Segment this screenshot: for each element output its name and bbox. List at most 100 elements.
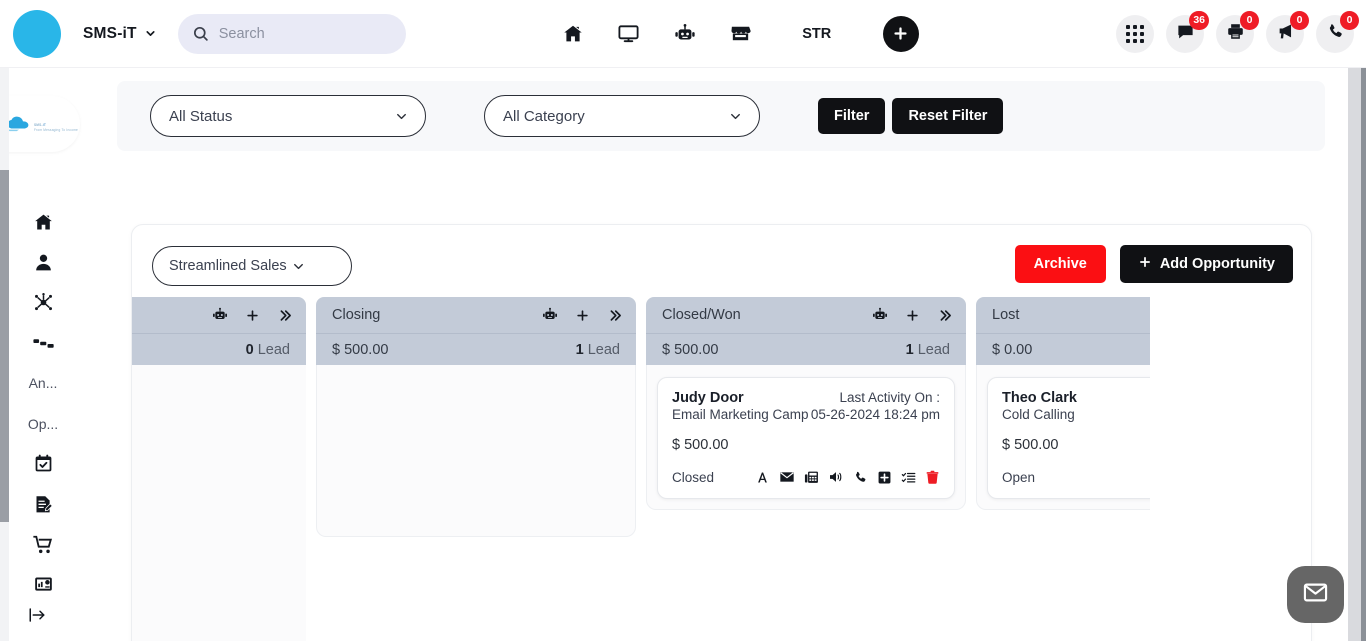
category-filter-value: All Category [503, 107, 585, 125]
kanban-column-closed-won: Closed/Won $ 500.00 1 Lead Judy Door Las… [646, 297, 966, 641]
column-body[interactable]: Theo Clark Cold Calling 05 $ 500.00 Open [976, 365, 1150, 510]
cloud-icon [6, 115, 32, 132]
robot-icon[interactable] [212, 307, 228, 323]
announcements-button[interactable]: 0 [1266, 11, 1309, 53]
chevron-down-icon[interactable] [144, 27, 157, 40]
sidebar-item-pipeline[interactable] [17, 323, 69, 363]
search-icon [192, 25, 209, 42]
chat-fab-button[interactable] [1287, 566, 1344, 623]
sidebar-item-reports[interactable] [17, 565, 69, 605]
column-body[interactable] [316, 365, 636, 537]
kanban-columns: Qualification [132, 297, 1150, 641]
calls-badge: 0 [1340, 11, 1359, 30]
phone-icon[interactable] [853, 470, 868, 485]
column-summary: $ 0.00 0 Lead [132, 333, 306, 365]
add-box-icon[interactable] [877, 470, 892, 485]
messages-button[interactable]: 36 [1166, 11, 1209, 53]
logo-text: SMS-iT [33, 123, 46, 128]
double-chevron-right-icon[interactable] [607, 308, 622, 323]
kanban-column-qualification: Qualification [132, 297, 306, 641]
opportunity-card[interactable]: Judy Door Last Activity On : Email Marke… [657, 377, 955, 499]
sidebar-item-forms[interactable] [17, 484, 69, 524]
calls-button[interactable]: 0 [1316, 11, 1359, 53]
apps-grid-button[interactable] [1116, 15, 1154, 53]
robot-icon[interactable] [542, 307, 558, 323]
store-icon[interactable] [713, 12, 769, 56]
column-body[interactable]: Judy Door Last Activity On : Email Marke… [646, 365, 966, 510]
column-count-label: Lead [257, 341, 290, 358]
sidebar-item-label: Op... [27, 415, 59, 432]
pipeline-value: Streamlined Sales [169, 258, 287, 274]
kanban-column-closing: Closing $ 500.00 1 Lead [316, 297, 636, 641]
column-body[interactable] [132, 365, 306, 641]
top-navigation-bar: SMS-iT STR [0, 0, 1366, 68]
sidebar-item-label: An... [28, 375, 58, 392]
add-opportunity-button[interactable]: Add Opportunity [1119, 245, 1293, 283]
home-icon[interactable] [545, 12, 601, 56]
sidebar-collapse-button[interactable] [28, 606, 46, 624]
column-summary: $ 0.00 [976, 333, 1150, 365]
sidebar-item-store[interactable] [17, 524, 69, 564]
column-title: Closed/Won [662, 307, 741, 323]
status-filter-select[interactable]: All Status [150, 95, 426, 137]
plus-icon[interactable] [575, 308, 590, 323]
column-title: Closing [332, 307, 381, 323]
plus-icon [1138, 255, 1152, 273]
brand-avatar[interactable] [13, 9, 61, 58]
search-box[interactable] [177, 13, 406, 54]
pipeline-select[interactable]: Streamlined Sales [152, 246, 352, 286]
sms-it-logo-panel[interactable]: SMS-iT From Messaging To Income [0, 96, 80, 152]
print-badge: 0 [1240, 11, 1259, 30]
card-contact-name: Judy Door [672, 390, 744, 406]
double-chevron-right-icon[interactable] [277, 308, 292, 323]
sidebar-item-tasks[interactable] [17, 444, 69, 484]
logo-tagline: From Messaging To Income [33, 128, 79, 133]
task-list-icon[interactable] [901, 470, 916, 485]
column-header: Lost [976, 297, 1150, 333]
sidebar-item-analytics[interactable]: An... [17, 363, 69, 403]
opportunity-card[interactable]: Theo Clark Cold Calling 05 $ 500.00 Open [987, 377, 1150, 499]
column-count-label: Lead [587, 341, 620, 358]
board-toolbar: Streamlined Sales Archive Add Opportunit… [132, 225, 1311, 297]
envelope-icon [1302, 579, 1329, 611]
nav-right-group: 36 0 0 0 [1116, 0, 1359, 68]
monitor-icon[interactable] [601, 12, 657, 56]
robot-icon[interactable] [657, 12, 713, 56]
archive-button[interactable]: Archive [1014, 245, 1106, 283]
email-icon[interactable] [779, 469, 795, 485]
trash-icon[interactable] [925, 470, 940, 485]
sidebar-item-opportunities[interactable]: Op... [17, 403, 69, 443]
filter-button[interactable]: Filter [818, 98, 886, 134]
sidebar-item-contacts[interactable] [17, 242, 69, 282]
sidebar-item-network[interactable] [17, 283, 69, 323]
card-contact-name: Theo Clark [1002, 390, 1077, 406]
nav-str-label[interactable]: STR [789, 26, 845, 42]
card-source: Cold Calling [1002, 407, 1075, 422]
fax-icon[interactable] [804, 470, 819, 485]
speaker-icon[interactable] [828, 469, 844, 485]
search-input[interactable] [218, 25, 389, 42]
column-count: 1 [575, 341, 584, 358]
plus-icon[interactable] [905, 308, 920, 323]
plus-icon[interactable] [245, 308, 260, 323]
text-icon[interactable] [755, 470, 770, 485]
double-chevron-right-icon[interactable] [937, 308, 952, 323]
card-amount: $ 500.00 [1002, 437, 1059, 453]
left-scrollbar-thumb[interactable] [0, 170, 9, 522]
plus-icon[interactable] [882, 15, 919, 52]
robot-icon[interactable] [872, 307, 888, 323]
card-activity-label: Last Activity On : [839, 390, 940, 405]
category-filter-select[interactable]: All Category [484, 95, 760, 137]
card-status: Open [1002, 469, 1036, 485]
sidebar-item-home[interactable] [17, 202, 69, 242]
chevron-down-icon [394, 109, 409, 124]
print-button[interactable]: 0 [1216, 11, 1259, 53]
chevron-down-icon [728, 109, 743, 124]
page-scrollbar-track[interactable] [1361, 68, 1366, 641]
left-sidebar: An... Op... [10, 168, 76, 605]
reset-filter-button[interactable]: Reset Filter [892, 98, 1004, 134]
column-header: Qualification [132, 297, 306, 333]
card-amount: $ 500.00 [672, 437, 729, 453]
chevron-down-icon [291, 259, 306, 274]
column-amount: $ 0.00 [992, 341, 1033, 358]
